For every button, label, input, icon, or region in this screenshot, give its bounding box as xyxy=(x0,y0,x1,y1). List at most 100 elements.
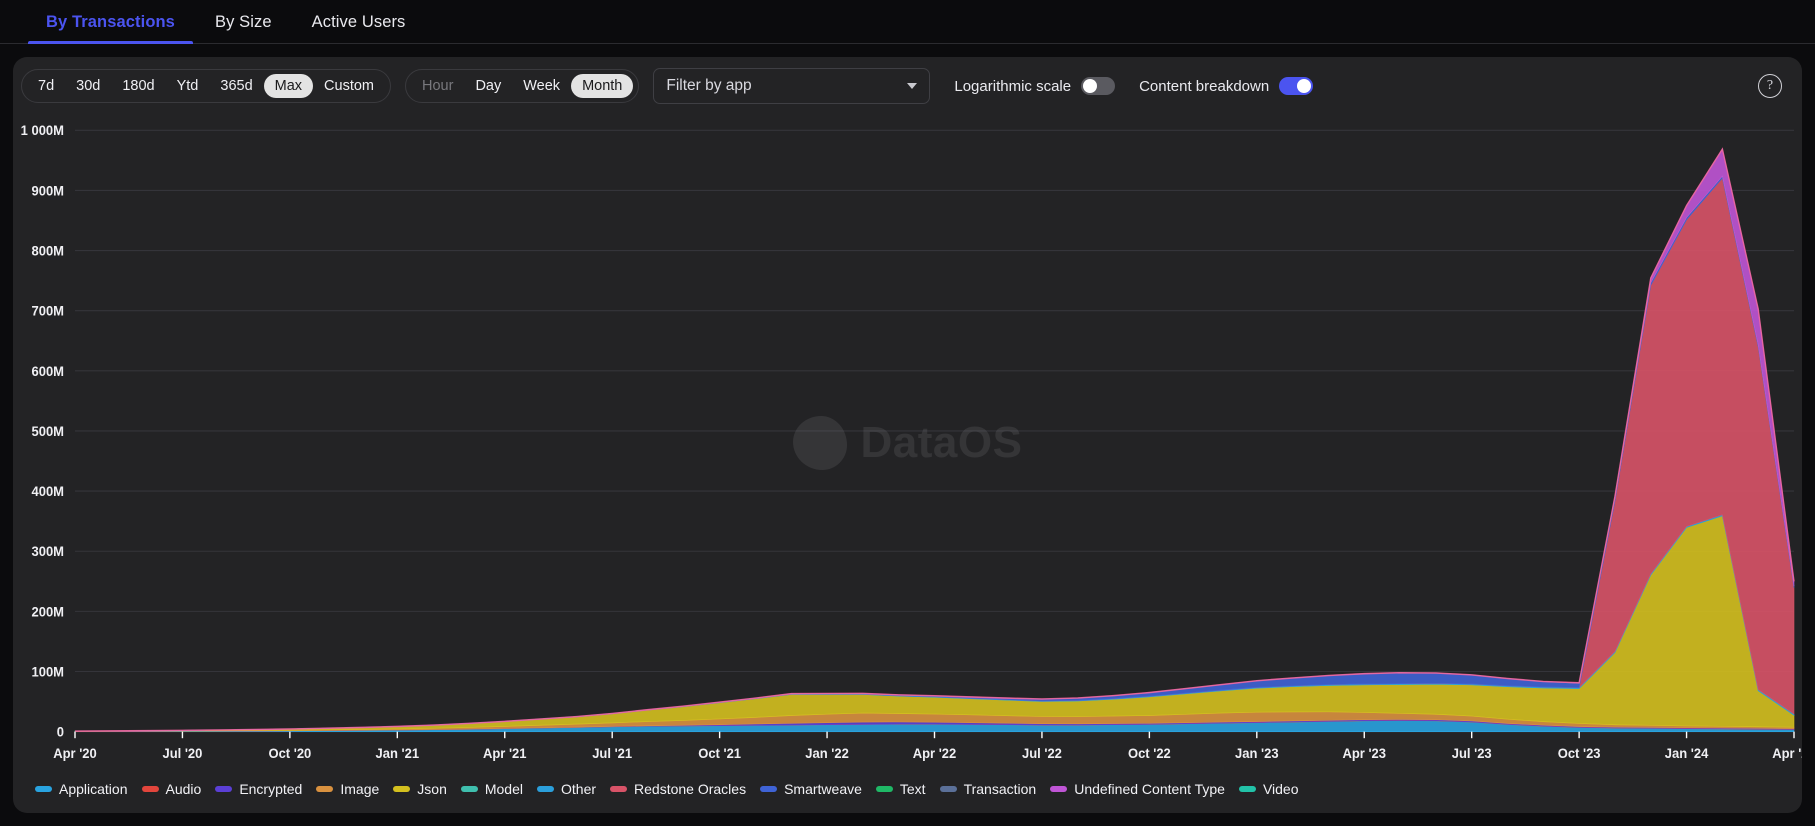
range-option-180d[interactable]: 180d xyxy=(111,74,165,99)
log-scale-label: Logarithmic scale xyxy=(954,77,1072,95)
legend-swatch-icon xyxy=(610,786,628,792)
filter-by-app-select[interactable]: Filter by app xyxy=(653,68,931,104)
legend-label: Text xyxy=(899,781,926,797)
legend-swatch-icon xyxy=(939,786,957,792)
switch-knob xyxy=(1083,79,1098,93)
y-axis-tick-label: 0 xyxy=(57,724,65,740)
legend-swatch-icon xyxy=(316,786,334,792)
y-axis-tick-label: 100M xyxy=(32,664,64,680)
legend-label: Json xyxy=(417,781,447,797)
tab-bar: By Transactions By Size Active Users xyxy=(0,0,1815,44)
range-option-30d[interactable]: 30d xyxy=(65,74,111,99)
content-breakdown-switch[interactable] xyxy=(1279,77,1314,95)
range-option-custom[interactable]: Custom xyxy=(313,74,385,99)
y-axis-tick-label: 800M xyxy=(32,243,64,259)
x-axis-tick-label: Apr '23 xyxy=(1342,745,1386,761)
range-option-7d[interactable]: 7d xyxy=(27,74,65,99)
area-series-video xyxy=(74,148,1795,732)
y-axis-tick-label: 300M xyxy=(32,544,64,560)
area-series-transaction xyxy=(74,175,1795,732)
area-series-json xyxy=(74,515,1795,732)
x-axis-tick-label: Jan '21 xyxy=(376,745,420,761)
chart-toolbar: 7d 30d 180d Ytd 365d Max Custom Hour Day Week Mon… xyxy=(13,57,1802,115)
legend-label: Encrypted xyxy=(239,781,303,797)
x-axis-tick-label: Apr '21 xyxy=(483,745,527,761)
help-icon[interactable]: ? xyxy=(1758,74,1782,98)
analytics-page: By Transactions By Size Active Users 7d 30d… xyxy=(0,0,1815,826)
x-axis-tick-label: Oct '22 xyxy=(1128,745,1171,761)
interval-segmented[interactable]: Hour Day Week Month xyxy=(405,69,640,103)
legend-label: Application xyxy=(59,781,128,797)
legend-swatch-icon xyxy=(1050,786,1068,792)
legend-item[interactable]: Model xyxy=(460,781,523,797)
x-axis-tick-label: Oct '20 xyxy=(268,745,311,761)
total-outline xyxy=(74,147,1795,732)
legend-item[interactable]: Text xyxy=(875,781,926,797)
switch-knob xyxy=(1297,79,1312,93)
y-axis-tick-label: 400M xyxy=(32,484,64,500)
y-axis-tick-label: 600M xyxy=(32,363,64,379)
x-axis-tick-label: Jul '23 xyxy=(1452,745,1492,761)
y-axis-tick-label: 900M xyxy=(32,183,64,199)
interval-option-hour: Hour xyxy=(422,77,454,94)
range-option-365d[interactable]: 365d xyxy=(209,74,263,99)
x-axis-tick-label: Oct '21 xyxy=(698,745,741,761)
legend-item[interactable]: Redstone Oracles xyxy=(610,781,746,797)
legend-item[interactable]: Encrypted xyxy=(215,781,302,797)
chart-card: 7d 30d 180d Ytd 365d Max Custom Hour Day Week Mon… xyxy=(13,57,1802,813)
x-axis-tick-label: Jul '21 xyxy=(592,745,632,761)
tab-by-size[interactable]: By Size xyxy=(197,13,290,43)
legend-label: Audio xyxy=(165,781,202,797)
date-range-segmented[interactable]: 7d 30d 180d Ytd 365d Max Custom xyxy=(21,69,392,103)
chart-legend: Application Audio Encrypted Image Json Model O… xyxy=(13,771,1802,813)
x-axis-tick-label: Apr '22 xyxy=(913,745,957,761)
legend-label: Model xyxy=(484,781,523,797)
tab-active-users[interactable]: Active Users xyxy=(294,13,424,43)
y-axis-tick-label: 1 000M xyxy=(21,123,64,139)
x-axis-tick-label: Apr '20 xyxy=(53,745,97,761)
x-axis-tick-label: Apr '24 xyxy=(1772,745,1802,761)
y-axis-tick-label: 500M xyxy=(32,423,64,439)
interval-option-day[interactable]: Day xyxy=(464,74,512,99)
log-scale-switch[interactable] xyxy=(1081,77,1116,95)
x-axis-tick-label: Oct '23 xyxy=(1558,745,1601,761)
legend-swatch-icon xyxy=(1238,786,1256,792)
legend-swatch-icon xyxy=(537,786,554,792)
log-scale-toggle-group: Logarithmic scale xyxy=(954,77,1116,95)
stacked-area-chart[interactable]: 0 100M 200M 300M 400M 500M 600M 700M 800M 900M 1 0… xyxy=(13,115,1802,771)
area-series-undefined-content-type xyxy=(74,148,1795,732)
legend-swatch-icon xyxy=(141,786,159,792)
tab-by-transactions[interactable]: By Transactions xyxy=(28,13,193,44)
filter-by-app-value: Filter by app xyxy=(666,77,752,94)
legend-item[interactable]: Other xyxy=(537,781,596,797)
legend-swatch-icon xyxy=(460,786,478,792)
legend-swatch-icon xyxy=(35,786,52,792)
content-breakdown-label: Content breakdown xyxy=(1139,77,1270,95)
legend-item[interactable]: Json xyxy=(393,781,447,797)
legend-label: Undefined Content Type xyxy=(1074,781,1225,797)
legend-label: Redstone Oracles xyxy=(634,781,747,797)
legend-item[interactable]: Image xyxy=(316,781,379,797)
interval-option-week[interactable]: Week xyxy=(512,74,571,99)
legend-label: Video xyxy=(1262,781,1299,797)
legend-item[interactable]: Application xyxy=(35,781,128,797)
x-axis-tick-label: Jan '24 xyxy=(1665,745,1709,761)
interval-option-month[interactable]: Month xyxy=(571,73,634,99)
legend-swatch-icon xyxy=(215,786,233,792)
legend-label: Smartweave xyxy=(784,781,862,797)
legend-item[interactable]: Undefined Content Type xyxy=(1050,781,1225,797)
legend-swatch-icon xyxy=(393,786,411,792)
legend-item[interactable]: Transaction xyxy=(939,781,1036,797)
area-series-text xyxy=(74,175,1795,732)
range-option-ytd[interactable]: Ytd xyxy=(166,74,210,99)
chart-plot-area[interactable]: 0 100M 200M 300M 400M 500M 600M 700M 800M 900M 1 0… xyxy=(13,115,1802,771)
legend-item[interactable]: Smartweave xyxy=(760,781,862,797)
range-option-max[interactable]: Max xyxy=(263,73,314,99)
x-axis-tick-label: Jan '22 xyxy=(805,745,849,761)
chevron-down-icon xyxy=(907,83,918,89)
legend-item[interactable]: Audio xyxy=(141,781,202,797)
legend-label: Image xyxy=(340,781,380,797)
x-axis-tick-label: Jul '20 xyxy=(162,745,202,761)
content-breakdown-toggle-group: Content breakdown xyxy=(1139,77,1314,95)
legend-item[interactable]: Video xyxy=(1238,781,1299,797)
